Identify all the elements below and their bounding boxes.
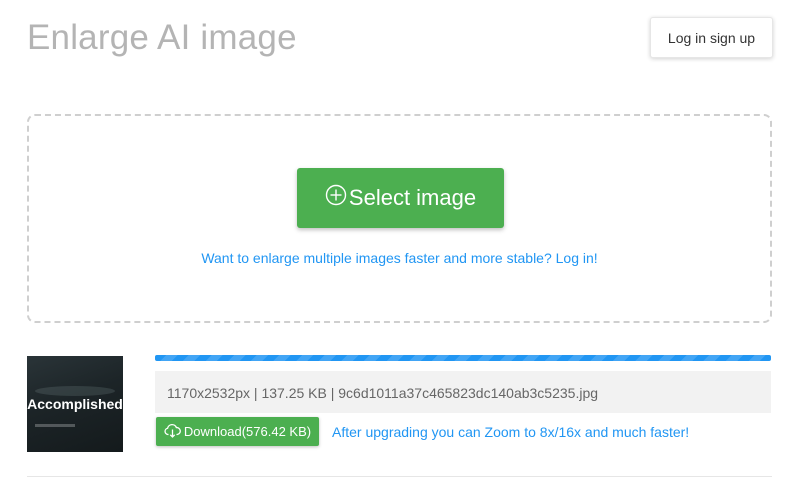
page-title: Enlarge AI image: [27, 18, 297, 57]
upload-dropzone[interactable]: Select image Want to enlarge multiple im…: [27, 114, 772, 323]
progress-fill: [155, 355, 771, 361]
thumbnail-status-caption: Accomplished: [27, 396, 123, 412]
login-signup-button[interactable]: Log in sign up: [650, 17, 773, 58]
upgrade-hint-link[interactable]: After upgrading you can Zoom to 8x/16x a…: [332, 424, 689, 440]
thumbnail-faint-text: [35, 424, 75, 427]
progress-bar: [155, 355, 771, 361]
cloud-download-icon: [164, 423, 181, 441]
result-thumbnail[interactable]: Accomplished: [27, 356, 123, 452]
plus-circle-icon: [325, 184, 349, 212]
download-button[interactable]: Download(576.42 KB): [156, 417, 319, 446]
thumbnail-wave: [35, 386, 115, 396]
file-info: 1170x2532px | 137.25 KB | 9c6d1011a37c46…: [155, 371, 771, 413]
login-hint-link[interactable]: Want to enlarge multiple images faster a…: [29, 250, 770, 266]
download-label: Download(576.42 KB): [183, 424, 312, 439]
bottom-divider: [27, 476, 772, 477]
select-image-button[interactable]: Select image: [297, 168, 504, 228]
result-row: Accomplished 1170x2532px | 137.25 KB | 9…: [0, 350, 800, 460]
select-image-label: Select image: [348, 185, 477, 210]
